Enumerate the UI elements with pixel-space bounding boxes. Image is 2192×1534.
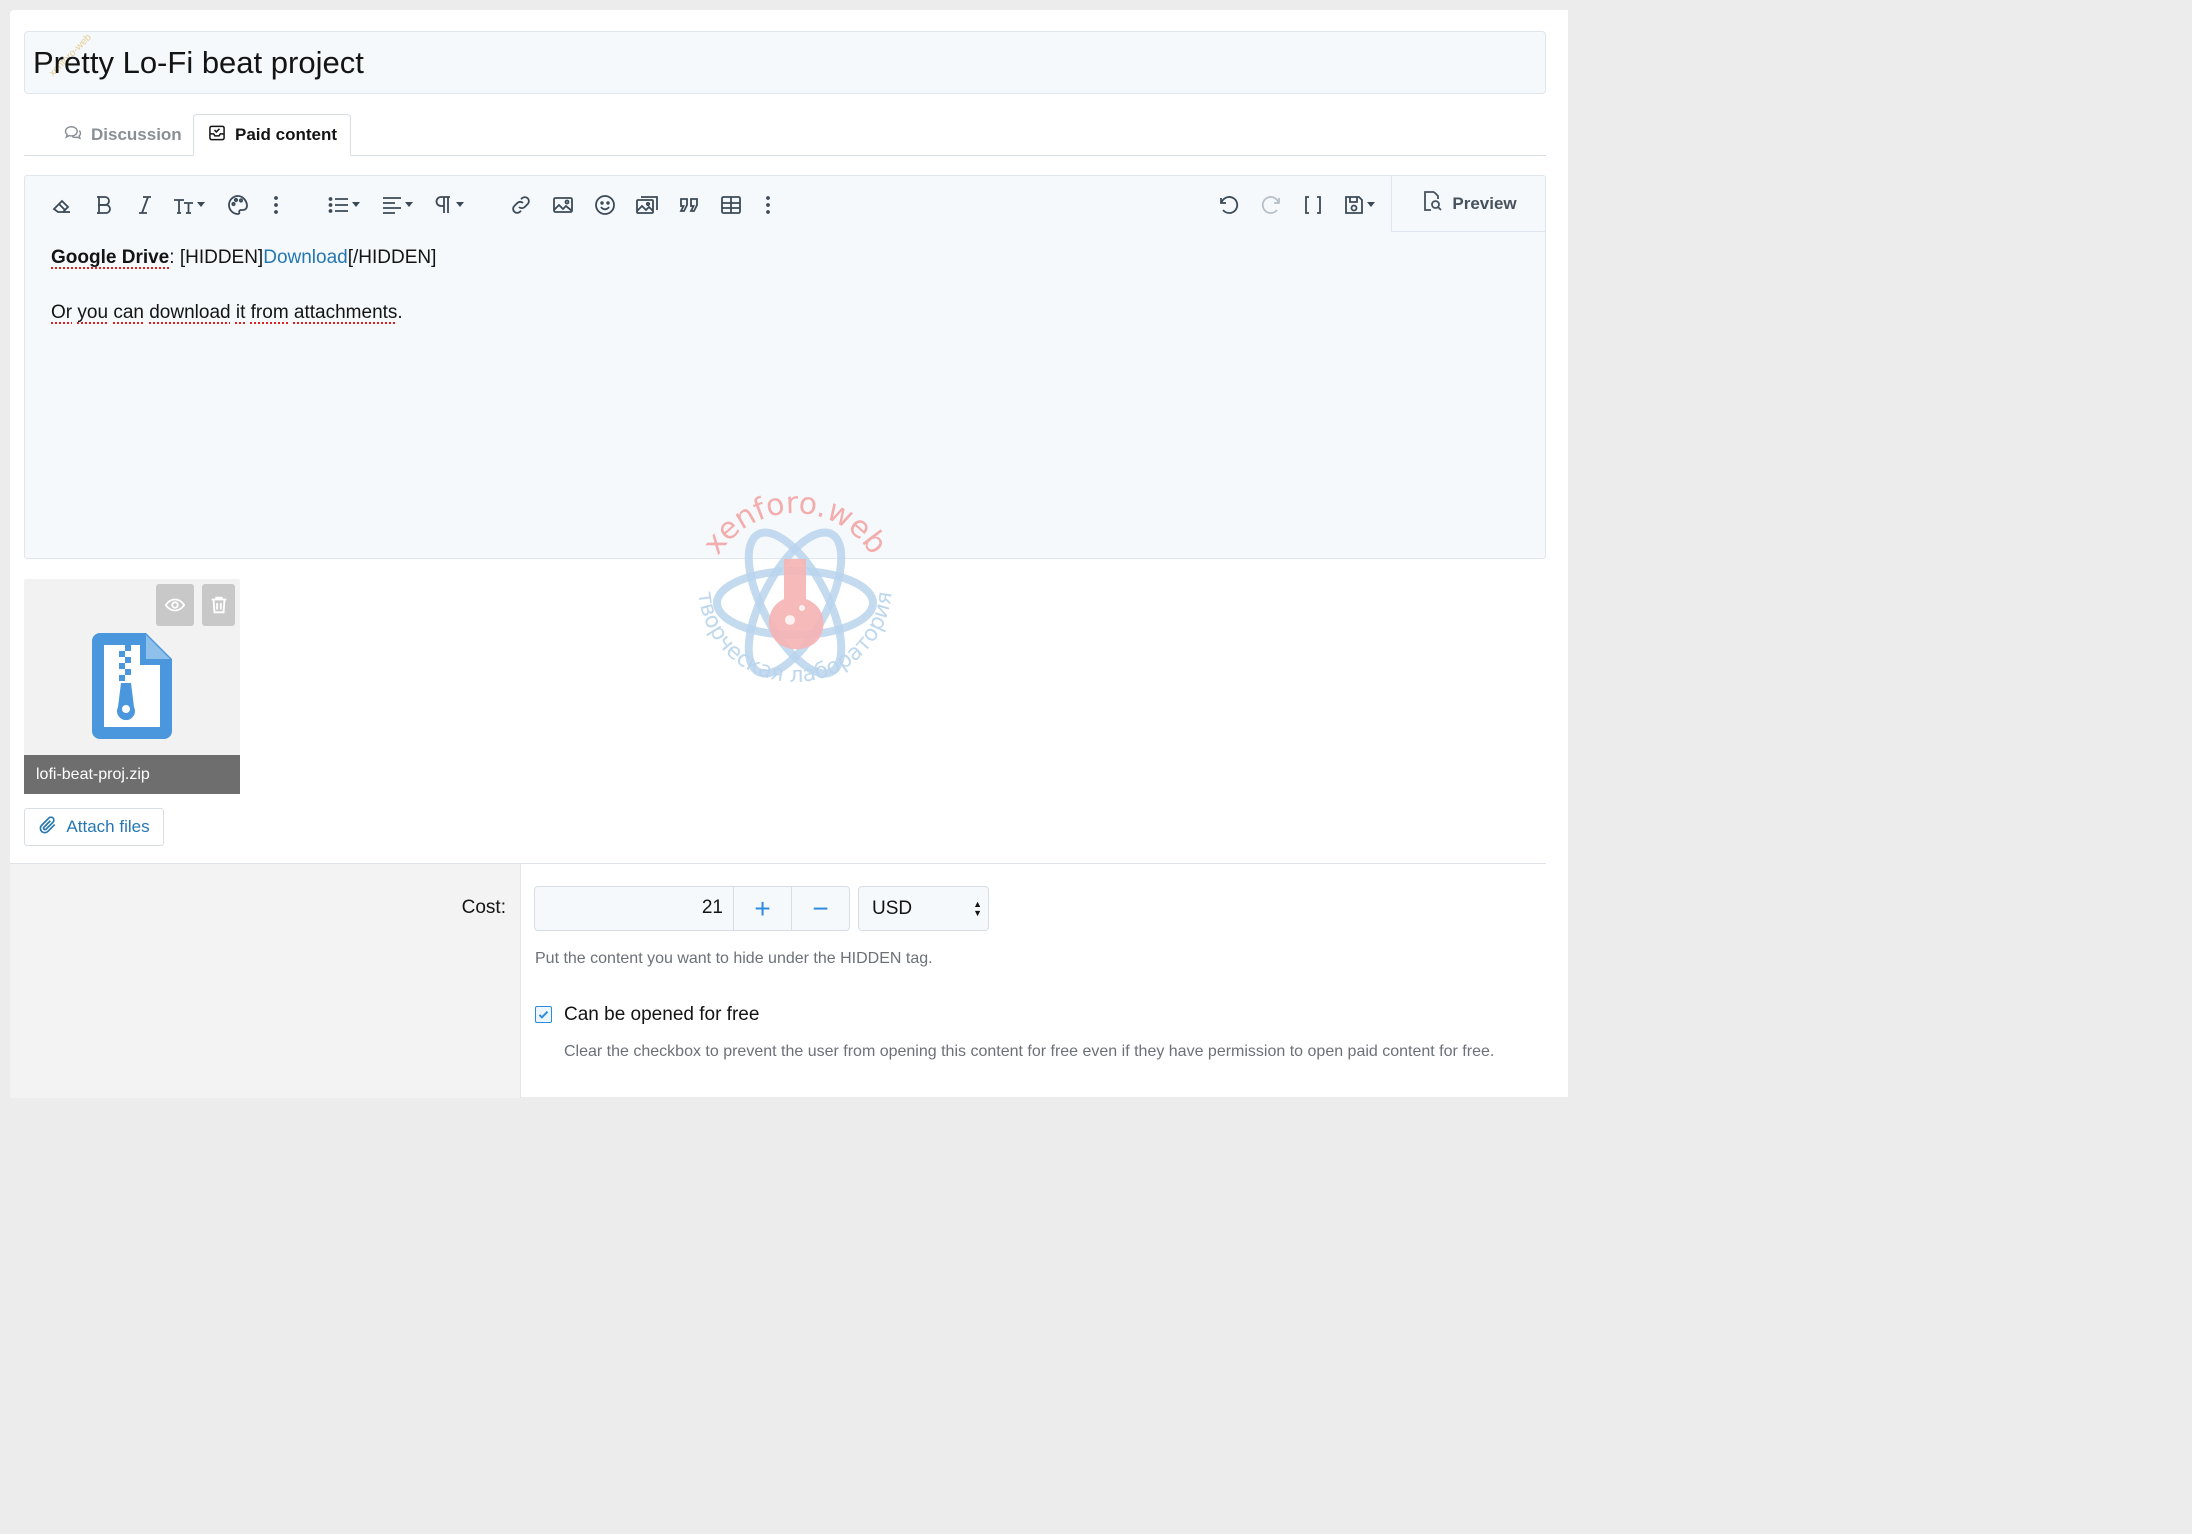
checkmark-icon	[538, 1010, 549, 1019]
eraser-icon[interactable]	[49, 192, 75, 218]
smiley-icon[interactable]	[592, 192, 618, 218]
trash-icon[interactable]	[202, 584, 235, 626]
thread-title-input[interactable]: xenforo-web Pretty Lo-Fi beat project	[24, 31, 1546, 94]
image-icon[interactable]	[550, 192, 576, 218]
cost-number-input[interactable]: 21 + −	[534, 886, 850, 931]
preview-button[interactable]: Preview	[1391, 176, 1545, 232]
decrement-button[interactable]: −	[791, 887, 849, 930]
hidden-open-tag: [HIDDEN]	[179, 247, 264, 268]
tab-discussion-label: Discussion	[91, 125, 182, 144]
increment-button[interactable]: +	[733, 887, 791, 930]
cost-value: 21	[701, 897, 723, 918]
editor-line-1: Google Drive: [HIDDEN]Download[/HIDDEN]	[51, 244, 436, 272]
select-arrows-icon: ▲ ▼	[973, 899, 982, 918]
free-checkbox-description: Clear the checkbox to prevent the user f…	[564, 1043, 1495, 1060]
word: Or	[51, 302, 73, 323]
free-checkbox-label[interactable]: Can be opened for free	[564, 1004, 759, 1026]
watermark-bottom-text: творческая лаборатория	[692, 590, 898, 688]
thread-title-value: Pretty Lo-Fi beat project	[33, 45, 364, 80]
attachment-thumbnail: lofi-beat-proj.zip	[24, 579, 240, 794]
quote-icon[interactable]	[676, 192, 702, 218]
cost-form-row: Cost: 21 + − USD ▲ ▼ Put the content you …	[10, 863, 1546, 1098]
list-icon[interactable]	[326, 192, 360, 218]
word: from	[250, 302, 289, 323]
table-icon[interactable]	[718, 192, 744, 218]
more-vertical-icon[interactable]	[263, 192, 289, 218]
editor-line-2: Or you can download it from attachments.	[51, 299, 436, 327]
word: attachments	[293, 302, 398, 323]
tab-discussion[interactable]: Discussion	[50, 114, 195, 156]
svg-text:творческая лаборатория: творческая лаборатория	[692, 590, 898, 688]
bold-text-google-drive: Google Drive	[51, 247, 170, 268]
cost-hint: Put the content you want to hide under t…	[535, 950, 933, 967]
cost-label: Cost:	[461, 897, 506, 918]
download-link[interactable]: Download	[263, 247, 348, 268]
more-vertical-icon[interactable]	[755, 192, 781, 218]
rich-text-editor[interactable]: Preview Google Drive: [HIDDEN]Download[/…	[24, 175, 1546, 559]
redo-icon[interactable]	[1258, 192, 1284, 218]
paragraph-icon[interactable]	[430, 192, 464, 218]
eye-icon[interactable]	[156, 584, 194, 626]
colon-text: :	[169, 247, 180, 268]
inbox-icon	[207, 123, 227, 148]
page: xenforo-web Pretty Lo-Fi beat project Di…	[10, 10, 1568, 1098]
editor-toolbar: Preview	[25, 176, 1545, 232]
save-draft-icon[interactable]	[1341, 192, 1375, 218]
editor-content[interactable]: Google Drive: [HIDDEN]Download[/HIDDEN] …	[51, 244, 436, 354]
bold-icon[interactable]	[91, 192, 117, 218]
word: download	[149, 302, 231, 323]
word: you	[77, 302, 109, 323]
preview-icon	[1420, 189, 1444, 218]
editor-tabs: Discussion Paid content	[24, 114, 1546, 156]
period: .	[397, 302, 403, 323]
bbcode-brackets-icon[interactable]	[1300, 192, 1326, 218]
word: can	[113, 302, 144, 323]
attach-files-button[interactable]: Attach files	[24, 808, 164, 846]
currency-select[interactable]: USD ▲ ▼	[858, 886, 989, 931]
paperclip-icon	[38, 815, 58, 840]
tab-paid-content[interactable]: Paid content	[193, 114, 352, 156]
currency-value: USD	[872, 898, 913, 919]
palette-icon[interactable]	[225, 192, 251, 218]
link-icon[interactable]	[508, 192, 534, 218]
form-label-column: Cost:	[10, 864, 521, 1098]
attach-files-label: Attach files	[66, 817, 150, 836]
comments-icon	[63, 123, 83, 148]
word: it	[235, 302, 246, 323]
attachment-filename: lofi-beat-proj.zip	[24, 755, 240, 794]
preview-label: Preview	[1452, 193, 1517, 213]
zip-file-icon	[92, 633, 172, 739]
free-checkbox[interactable]	[535, 1006, 552, 1023]
hidden-close-tag: [/HIDDEN]	[347, 247, 437, 268]
media-icon[interactable]	[634, 192, 660, 218]
align-icon[interactable]	[379, 192, 413, 218]
tab-paid-content-label: Paid content	[235, 125, 338, 144]
italic-icon[interactable]	[132, 192, 158, 218]
undo-icon[interactable]	[1216, 192, 1242, 218]
text-size-icon[interactable]	[171, 192, 205, 218]
